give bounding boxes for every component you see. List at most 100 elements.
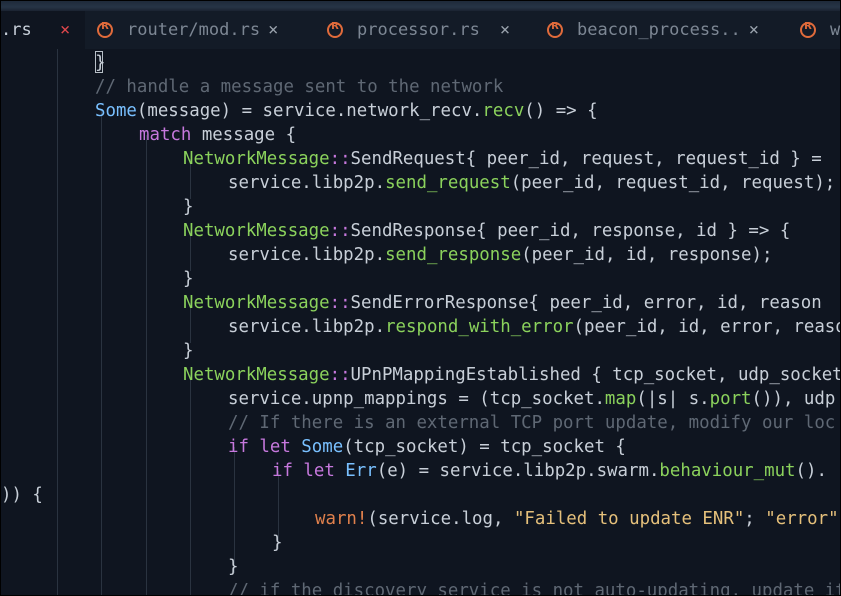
code-token: Err bbox=[345, 461, 377, 481]
code-line: warn!(service.log, "Failed to update ENR… bbox=[315, 507, 839, 531]
tab-label: processor.rs bbox=[357, 20, 480, 40]
tab-label: beacon_process.. bbox=[577, 20, 741, 40]
code-token: (tcp_socket) = tcp_socket { bbox=[343, 437, 626, 457]
code-line: } bbox=[272, 531, 282, 555]
code-comment: // if the discovery service is not auto-… bbox=[228, 581, 841, 596]
tab-beacon-process[interactable]: beacon_process.. × bbox=[547, 11, 759, 49]
code-line: } bbox=[228, 555, 238, 579]
code-token: (peer_id, request_id, request); bbox=[510, 173, 836, 193]
code-line: NetworkMessage::SendErrorResponse{ peer_… bbox=[183, 291, 822, 315]
code-token: () => { bbox=[524, 101, 598, 121]
code-token: (e) = service.libp2p.swarm. bbox=[376, 461, 660, 481]
code-token: service.upnp_mappings = (tcp_socket. bbox=[228, 389, 605, 409]
code-line: // handle a message sent to the network bbox=[95, 75, 503, 99]
code-token: if let bbox=[272, 461, 346, 481]
code-token: recv bbox=[482, 101, 525, 121]
code-token: NetworkMessage bbox=[183, 365, 330, 385]
tab-bar: .rs × router/mod.rs × processor.rs × bea… bbox=[1, 11, 840, 49]
code-token: } bbox=[183, 197, 194, 217]
code-token: (service.log, bbox=[367, 509, 514, 529]
code-token: message { bbox=[191, 125, 297, 145]
code-token: match bbox=[139, 125, 192, 145]
code-line: // if the discovery service is not auto-… bbox=[228, 579, 841, 596]
rust-file-icon bbox=[547, 21, 563, 38]
title-strip bbox=[1, 1, 840, 11]
close-icon[interactable]: × bbox=[500, 20, 510, 40]
code-token: :: bbox=[329, 149, 351, 169]
code-token: NetworkMessage bbox=[183, 221, 330, 241]
close-icon[interactable]: × bbox=[749, 20, 759, 40]
code-line: if let Some(tcp_socket) = tcp_socket { bbox=[228, 435, 626, 459]
code-token: (|s| s. bbox=[636, 389, 710, 409]
code-token: service.libp2p. bbox=[228, 245, 386, 265]
tab-label: router/mod.rs bbox=[127, 20, 261, 40]
code-line: service.libp2p.send_response(peer_id, id… bbox=[228, 243, 772, 267]
code-token: } bbox=[272, 533, 283, 553]
code-line: match message { bbox=[139, 123, 296, 147]
code-token: behaviour_mut bbox=[659, 461, 796, 481]
indent-guide bbox=[190, 375, 191, 595]
editor-window: .rs × router/mod.rs × processor.rs × bea… bbox=[0, 0, 841, 596]
code-line: service.upnp_mappings = (tcp_socket.map(… bbox=[228, 387, 835, 411]
code-token: SendRequest{ peer_id, request, request_i… bbox=[350, 149, 822, 169]
rust-file-icon bbox=[327, 21, 343, 38]
code-token: port bbox=[709, 389, 752, 409]
code-token: NetworkMessage bbox=[183, 293, 330, 313]
close-icon[interactable]: × bbox=[60, 20, 70, 40]
code-line: service.libp2p.respond_with_error(peer_i… bbox=[228, 315, 841, 339]
code-token: service.libp2p. bbox=[228, 317, 386, 337]
code-token: NetworkMessage bbox=[183, 149, 330, 169]
rust-file-icon bbox=[97, 21, 113, 38]
code-token: :: bbox=[329, 365, 351, 385]
code-token: } bbox=[95, 53, 106, 73]
code-token: (message) = service.network_recv. bbox=[136, 101, 483, 121]
code-token: Some bbox=[301, 437, 344, 457]
tab-label: w bbox=[830, 20, 841, 40]
code-line: if let Err(e) = service.libp2p.swarm.beh… bbox=[272, 459, 827, 483]
code-token: SendErrorResponse{ peer_id, error, id, r… bbox=[350, 293, 822, 313]
code-token: respond_with_error bbox=[385, 317, 574, 337]
indent-guide bbox=[101, 111, 102, 595]
code-line: } bbox=[183, 339, 193, 363]
code-token: :: bbox=[329, 221, 351, 241]
code-comment: // handle a message sent to the network bbox=[95, 77, 504, 97]
code-line: // If there is an external TCP port upda… bbox=[228, 411, 835, 435]
code-comment: // If there is an external TCP port upda… bbox=[228, 413, 836, 433]
tab-w[interactable]: w bbox=[800, 11, 840, 49]
code-token: warn! bbox=[315, 509, 368, 529]
tab-processor[interactable]: processor.rs × bbox=[327, 11, 510, 49]
code-token: :: bbox=[329, 293, 351, 313]
code-line: } bbox=[95, 51, 105, 75]
code-token: )) { bbox=[1, 485, 43, 505]
code-token: service.libp2p. bbox=[228, 173, 386, 193]
code-line: } bbox=[183, 195, 193, 219]
code-token: } bbox=[183, 341, 194, 361]
tab-label: .rs bbox=[1, 20, 32, 40]
code-token: ()), udp bbox=[751, 389, 836, 409]
code-token: SendResponse{ peer_id, response, id } =>… bbox=[350, 221, 791, 241]
code-line: } bbox=[183, 267, 193, 291]
code-token: send_request bbox=[385, 173, 511, 193]
rust-file-icon bbox=[800, 21, 816, 38]
code-token: } bbox=[183, 269, 194, 289]
code-token: } bbox=[228, 557, 239, 577]
code-line: NetworkMessage::SendResponse{ peer_id, r… bbox=[183, 219, 790, 243]
code-line-wrapped: )) { bbox=[1, 483, 43, 507]
close-icon[interactable]: × bbox=[268, 20, 278, 40]
tab-router-mod[interactable]: router/mod.rs × bbox=[97, 11, 278, 49]
code-line: NetworkMessage::UPnPMappingEstablished {… bbox=[183, 363, 841, 387]
code-string: "Failed to update ENR" bbox=[513, 509, 745, 529]
tab-active-rs[interactable]: .rs × bbox=[1, 11, 85, 49]
code-token: (). bbox=[795, 461, 827, 481]
code-line: Some(message) = service.network_recv.rec… bbox=[95, 99, 598, 123]
code-token: send_response bbox=[385, 245, 522, 265]
code-line: NetworkMessage::SendRequest{ peer_id, re… bbox=[183, 147, 822, 171]
code-token: UPnPMappingEstablished { tcp_socket, udp… bbox=[350, 365, 841, 385]
code-token: (peer_id, id, error, reason bbox=[573, 317, 841, 337]
indent-guide bbox=[146, 135, 147, 595]
code-token: map bbox=[604, 389, 637, 409]
code-token: Some bbox=[95, 101, 137, 121]
code-token: ; bbox=[744, 509, 766, 529]
code-line: service.libp2p.send_request(peer_id, req… bbox=[228, 171, 835, 195]
code-editor[interactable]: } // handle a message sent to the networ… bbox=[1, 49, 841, 596]
